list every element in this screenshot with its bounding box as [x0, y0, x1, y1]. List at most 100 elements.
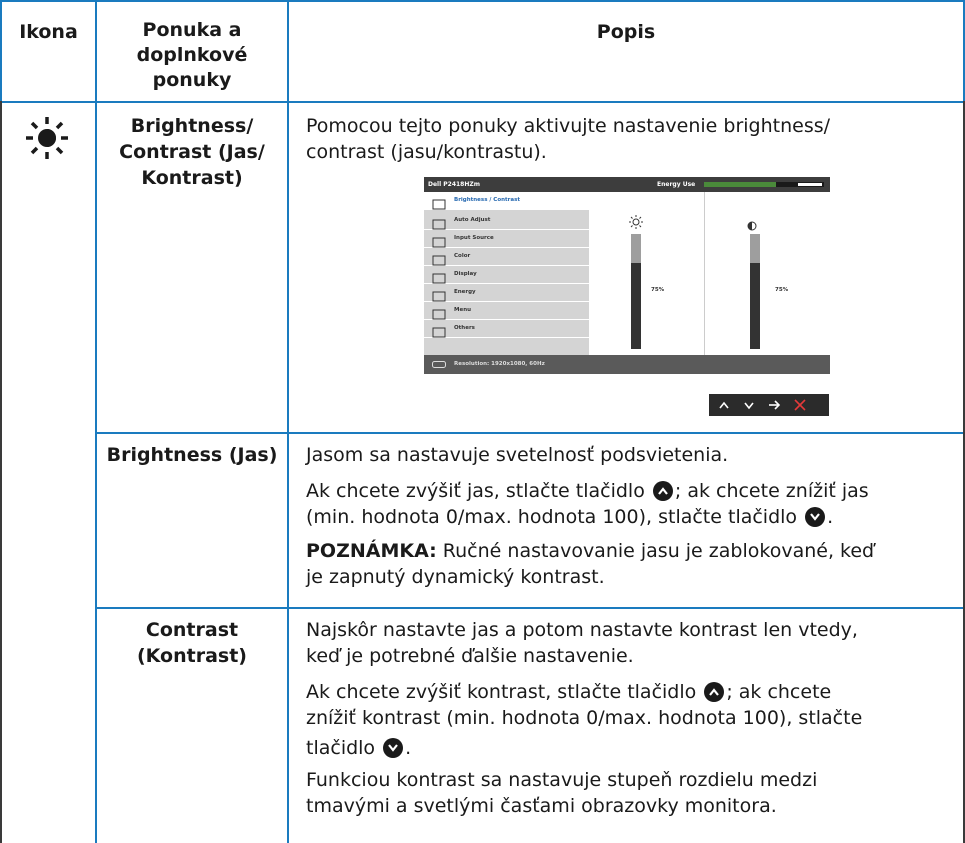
osd-menu-item: Brightness / Contrast: [424, 192, 589, 210]
col-divider-2-body: [287, 101, 289, 843]
desc-contrast: Najskôr nastavte jas a potom nastavte ko…: [306, 617, 956, 819]
osd-menu-item-label: Menu: [454, 307, 472, 313]
osd-menu-item-label: Auto Adjust: [454, 217, 491, 223]
osd-menu-item: Color: [424, 248, 589, 266]
desc-contrast-p1: Najskôr nastavte jas a potom nastavte ko…: [306, 617, 956, 669]
osd-brightness-value: 75%: [651, 287, 665, 293]
desc-contrast-p3-line2: tmavými a svetlými časťami obrazovky mon…: [306, 795, 777, 817]
osd-nav-bar: [709, 394, 829, 416]
osd-energy-label: Energy Use: [657, 181, 696, 188]
osd-menu-list: Brightness / Contrast Auto Adjust Input So…: [424, 192, 589, 355]
header-menu-line1: Ponuka a: [142, 19, 242, 41]
nav-down-icon: [744, 402, 754, 410]
desc-brightness-contrast-line1: Pomocou tejto ponuky aktivujte nastaveni…: [306, 115, 831, 137]
desc-brightness: Jasom sa nastavuje svetelnosť podsvieten…: [306, 442, 956, 590]
desc-contrast-p2-d: tlačidlo: [306, 737, 376, 759]
table-top-rule: [0, 0, 965, 2]
osd-resolution: Resolution: 1920x1080, 60Hz: [454, 361, 545, 367]
desc-brightness-contrast-line2: contrast (jasu/kontrastu).: [306, 141, 547, 163]
header-bottom-rule: [0, 101, 965, 103]
note-line1: Ručné nastavovanie jasu je zablokované, …: [436, 540, 875, 562]
up-button-icon: [704, 682, 725, 702]
osd-menu-item-icon: [432, 251, 446, 266]
col-divider-1-body: [95, 101, 97, 843]
osd-menu-item: Auto Adjust: [424, 212, 589, 230]
osd-menu-item-label: Display: [454, 271, 477, 277]
osd-contrast-icon: [747, 216, 757, 235]
desc-contrast-p2-e: .: [405, 737, 412, 759]
osd-menu-item-icon: [432, 323, 446, 338]
osd-menu-item-icon: [432, 269, 446, 284]
osd-contrast-value: 75%: [775, 287, 789, 293]
hdmi-port-icon: [432, 361, 446, 368]
header-menu-line3: ponuky: [152, 69, 232, 91]
desc-brightness-p2-c: (min. hodnota 0/max. hodnota 100), stlač…: [306, 506, 798, 528]
desc-contrast-p3: Funkciou kontrast sa nastavuje stupeň ro…: [306, 767, 956, 819]
up-button-icon: [652, 481, 673, 501]
osd-menu-item-icon: [432, 215, 446, 230]
osd-energy-meter: [704, 182, 824, 187]
down-button-icon: [805, 507, 826, 527]
osd-model: Dell P2418HZm: [428, 181, 480, 188]
osd-menu-item-icon: [432, 287, 446, 302]
osd-title-bar: Dell P2418HZm Energy Use: [424, 177, 830, 192]
osd-sun-icon: [629, 214, 643, 233]
osd-panel-edge: [829, 192, 830, 355]
osd-contrast-slider: [750, 234, 760, 349]
left-border: [0, 0, 2, 101]
header-menu-line2: doplnkové: [136, 44, 248, 66]
osd-menu-item-icon: [432, 305, 446, 320]
menu-brightness-contrast-line1: Brightness/: [130, 115, 254, 137]
desc-contrast-p2-a: Ak chcete zvýšiť kontrast, stlačte tlači…: [306, 681, 697, 703]
osd-menu-item-icon: [432, 195, 446, 210]
left-border-body: [0, 101, 2, 843]
osd-contrast-fill: [750, 262, 760, 349]
nav-up-icon: [719, 401, 729, 409]
menu-contrast-line2: (Kontrast): [136, 645, 247, 667]
osd-menu-item-label: Input Source: [454, 235, 494, 241]
nav-close-icon: [794, 399, 806, 411]
osd-menu-item: Others: [424, 320, 589, 338]
desc-brightness-p2: Ak chcete zvýšiť jas, stlačte tlačidlo ;…: [306, 478, 956, 530]
osd-content-panel: 75% 75%: [589, 192, 830, 355]
desc-contrast-p3-line1: Funkciou kontrast sa nastavuje stupeň ro…: [306, 769, 818, 791]
nav-right-icon: [769, 400, 781, 410]
osd-energy-marker: [798, 183, 822, 186]
osd-menu-item-label: Others: [454, 325, 475, 331]
osd-screenshot: Dell P2418HZm Energy Use Brightness / Co…: [424, 177, 830, 374]
desc-brightness-p2-d: .: [827, 506, 834, 528]
desc-brightness-note: POZNÁMKA: Ručné nastavovanie jasu je zab…: [306, 538, 956, 590]
osd-menu-item-label: Brightness / Contrast: [454, 197, 520, 203]
col-divider-2: [287, 0, 289, 101]
osd-status-bar: Resolution: 1920x1080, 60Hz: [424, 355, 830, 374]
osd-brightness-slider: [631, 234, 641, 349]
desc-brightness-contrast: Pomocou tejto ponuky aktivujte nastaveni…: [306, 113, 956, 165]
header-icon: Ikona: [19, 21, 78, 43]
osd-panel-divider: [704, 192, 705, 355]
row2-bottom-rule: [95, 607, 965, 609]
desc-contrast-p2: Ak chcete zvýšiť kontrast, stlačte tlači…: [306, 679, 956, 761]
osd-energy-fill: [704, 182, 776, 187]
note-line2: je zapnutý dynamický kontrast.: [306, 566, 605, 588]
osd-menu-item: Input Source: [424, 230, 589, 248]
down-button-icon: [383, 738, 404, 758]
osd-menu-item-icon: [432, 233, 446, 248]
menu-contrast-line1: Contrast: [145, 619, 239, 641]
menu-table: Ikona Ponuka a doplnkové ponuky Popis Br…: [0, 0, 965, 843]
menu-brightness-contrast-line2: Contrast (Jas/: [119, 141, 265, 163]
desc-contrast-p1-line1: Najskôr nastavte jas a potom nastavte ko…: [306, 619, 858, 641]
desc-brightness-p2-a: Ak chcete zvýšiť jas, stlačte tlačidlo: [306, 480, 645, 502]
menu-contrast: Contrast (Kontrast): [97, 617, 287, 669]
header-menu: Ponuka a doplnkové ponuky: [97, 18, 287, 93]
desc-brightness-p2-b: ; ak chcete znížiť jas: [674, 480, 869, 502]
osd-brightness-fill: [631, 262, 641, 349]
osd-menu-item: Display: [424, 266, 589, 284]
menu-brightness: Brightness (Jas): [106, 444, 278, 466]
desc-brightness-p1: Jasom sa nastavuje svetelnosť podsvieten…: [306, 444, 729, 466]
note-label: POZNÁMKA:: [306, 540, 437, 562]
brightness-icon: [18, 108, 76, 168]
desc-contrast-p2-b: ; ak chcete: [726, 681, 832, 703]
osd-menu-item: Energy: [424, 284, 589, 302]
menu-brightness-contrast-line3: Kontrast): [141, 167, 243, 189]
osd-menu-item-label: Energy: [454, 289, 476, 295]
